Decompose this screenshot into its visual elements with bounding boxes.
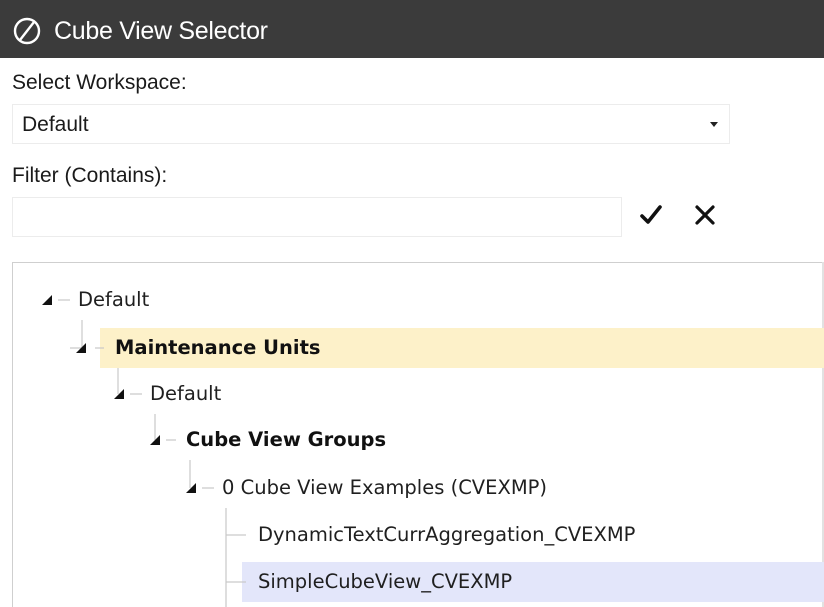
- workspace-label: Select Workspace:: [12, 71, 187, 94]
- expand-toggle-icon[interactable]: [184, 481, 198, 495]
- apply-filter-button[interactable]: [634, 200, 668, 234]
- cube-view-tree: [12, 262, 824, 607]
- tree-leaf-dynamic-text-curr-aggregation[interactable]: DynamicTextCurrAggregation_CVEXMP: [258, 523, 635, 547]
- workspace-selected-value: Default: [22, 113, 89, 136]
- expand-toggle-icon[interactable]: [148, 433, 162, 447]
- tree-node-cube-view-examples[interactable]: 0 Cube View Examples (CVEXMP): [222, 476, 547, 500]
- tree-node-maintenance-units[interactable]: Maintenance Units: [115, 336, 321, 360]
- tree-node-default-root[interactable]: Default: [78, 288, 149, 312]
- workspace-dropdown[interactable]: Default: [12, 104, 730, 144]
- expand-toggle-icon[interactable]: [112, 387, 126, 401]
- onestream-logo-icon: [12, 16, 42, 46]
- filter-input[interactable]: [12, 197, 622, 237]
- checkmark-icon: [638, 202, 664, 233]
- window-title: Cube View Selector: [54, 17, 268, 45]
- tree-node-default-workspace[interactable]: Default: [150, 382, 221, 406]
- expand-toggle-icon[interactable]: [40, 293, 54, 307]
- expand-toggle-icon[interactable]: [74, 341, 88, 355]
- close-icon: [693, 203, 717, 232]
- clear-filter-button[interactable]: [688, 200, 722, 234]
- dropdown-arrow-icon: [708, 116, 720, 132]
- tree-leaf-simple-cube-view[interactable]: SimpleCubeView_CVEXMP: [258, 570, 512, 594]
- filter-label: Filter (Contains):: [12, 164, 168, 187]
- tree-node-cube-view-groups[interactable]: Cube View Groups: [186, 428, 386, 452]
- cube-view-selector-window: Cube View Selector Select Workspace: Def…: [0, 0, 824, 607]
- title-bar: Cube View Selector: [0, 0, 824, 58]
